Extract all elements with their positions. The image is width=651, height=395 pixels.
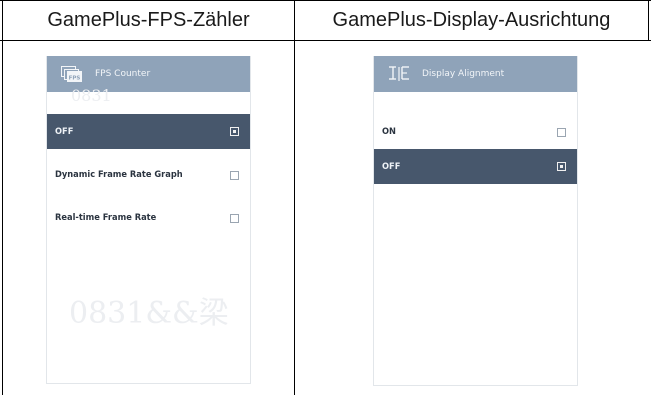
fps-option-dynamic-graph-label: Dynamic Frame Rate Graph — [55, 170, 183, 180]
table-left-border — [2, 0, 3, 395]
fps-option-off-checkbox[interactable] — [230, 127, 239, 136]
display-alignment-panel: Display Alignment ON OFF — [373, 56, 578, 386]
table-header-divider — [0, 40, 651, 41]
fps-option-realtime-label: Real-time Frame Rate — [55, 213, 157, 223]
alignment-panel-header: Display Alignment — [374, 56, 577, 92]
fps-panel-title: FPS Counter — [95, 69, 151, 79]
fps-option-dynamic-graph[interactable]: Dynamic Frame Rate Graph — [47, 163, 250, 187]
alignment-option-on-checkbox[interactable] — [557, 127, 566, 137]
fps-option-realtime[interactable]: Real-time Frame Rate — [47, 206, 250, 230]
alignment-option-off-label: OFF — [382, 161, 401, 172]
alignment-option-on-label: ON — [382, 127, 396, 137]
fps-option-dynamic-graph-checkbox[interactable] — [230, 170, 239, 180]
table-column-divider — [294, 0, 295, 395]
svg-text:FPS: FPS — [69, 75, 81, 81]
watermark-bottom: 0831&&梁 — [69, 296, 229, 331]
alignment-panel-title: Display Alignment — [422, 69, 505, 79]
fps-option-off[interactable]: OFF — [47, 114, 250, 149]
fps-panel-header: FPS FPS Counter — [47, 56, 250, 92]
alignment-option-on[interactable]: ON — [374, 119, 577, 145]
display-alignment-icon — [388, 66, 410, 82]
column-header-fps: GamePlus-FPS-Zähler — [47, 8, 250, 31]
fps-counter-panel: FPS FPS Counter 0831 OFF Dynamic Frame R… — [46, 56, 251, 384]
fps-icon: FPS — [61, 66, 83, 82]
alignment-option-off[interactable]: OFF — [374, 149, 577, 184]
alignment-option-off-checkbox[interactable] — [557, 162, 566, 171]
fps-option-off-label: OFF — [55, 126, 74, 137]
column-header-display-alignment: GamePlus-Display-Ausrichtung — [332, 8, 611, 31]
fps-option-realtime-checkbox[interactable] — [230, 213, 239, 223]
table-right-border — [648, 0, 649, 41]
